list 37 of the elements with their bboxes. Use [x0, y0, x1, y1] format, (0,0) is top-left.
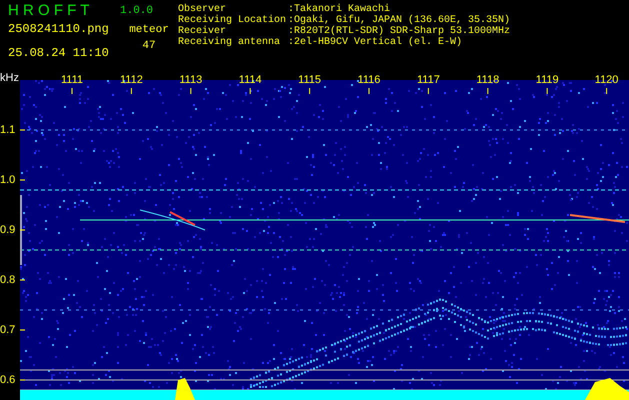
info-label: Receiver: [178, 26, 226, 37]
time-label: 1113: [179, 74, 202, 86]
frequency-label: 0.9: [0, 224, 16, 236]
frequency-label: 1.0: [0, 174, 16, 186]
frequency-label: 0.6: [0, 374, 16, 386]
meteor-echo-drawing: [140, 210, 206, 230]
time-label: 1112: [120, 74, 143, 86]
info-value: 2el-HB9CV Vertical (el. E-W): [294, 37, 462, 48]
file-name: 2508241110.png: [8, 22, 110, 36]
info-label: Observer: [178, 4, 226, 15]
info-separator: :: [288, 4, 294, 15]
time-label: 1115: [298, 74, 322, 86]
info-separator: :: [288, 26, 294, 37]
info-value: Takanori Kawachi: [294, 4, 390, 15]
meteor-count: 47: [142, 40, 156, 53]
info-separator: :: [288, 37, 294, 48]
info-label: Receiving Location: [178, 15, 288, 26]
app-version: 1.0.0: [120, 4, 154, 18]
frequency-label: 0.7: [0, 324, 16, 336]
time-label: 1116: [358, 74, 380, 86]
info-value: Ogaki, Gifu, JAPAN (136.60E, 35.35N): [294, 15, 510, 26]
frequency-label: 1.1: [0, 124, 16, 136]
time-label: 1117: [416, 74, 440, 86]
timestamp: 25.08.24 11:10: [8, 46, 110, 60]
info-separator: :: [288, 15, 294, 26]
time-label: 1119: [536, 74, 559, 86]
frequency-label: 0.8: [0, 274, 16, 286]
range-marker: [20, 195, 22, 265]
time-label: 1114: [238, 74, 262, 86]
app-title: H R O F F T: [8, 2, 90, 20]
info-label: Receiving antenna: [178, 37, 282, 48]
info-value: R820T2(RTL-SDR) SDR-Sharp 53.1000MHz: [294, 26, 510, 37]
time-label: 1111: [60, 74, 84, 86]
time-label: 1118: [476, 74, 500, 86]
time-label: 1120: [594, 74, 618, 86]
axis-unit: kHz: [0, 72, 19, 84]
meteor-label: meteor: [129, 24, 169, 37]
